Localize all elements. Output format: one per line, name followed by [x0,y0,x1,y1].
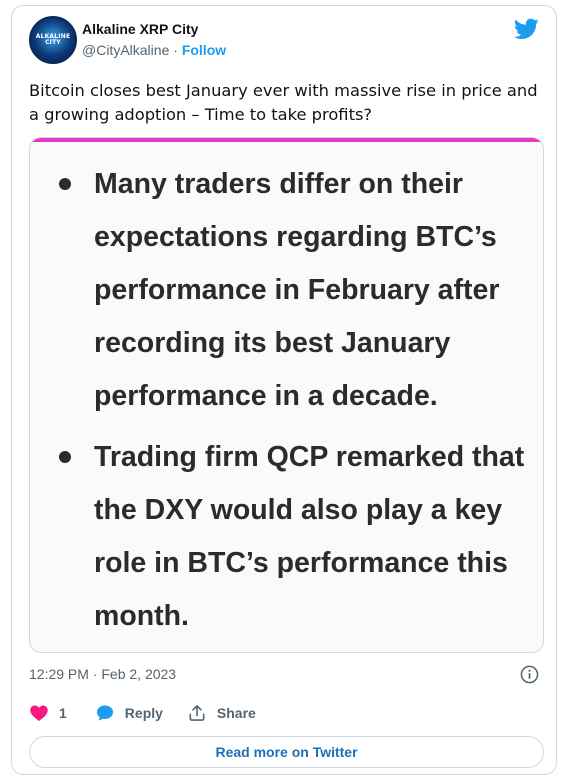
tweet-timestamp[interactable]: 12:29 PM · Feb 2, 2023 [29,666,176,682]
twitter-bird-icon[interactable] [514,18,539,40]
media-bullet: Trading firm QCP remarked that the DXY w… [30,431,543,643]
separator-dot: · [173,42,178,58]
avatar-text: ALKALINE CITY [35,33,71,46]
share-button[interactable]: Share [187,703,256,723]
like-button[interactable]: 1 [29,703,67,723]
heart-icon [30,705,48,721]
media-bullet: Many traders differ on their expectation… [30,158,543,423]
tweet-media-image[interactable]: Many traders differ on their expectation… [29,137,544,653]
avatar[interactable]: ALKALINE CITY [29,16,77,64]
media-top-bar [30,138,543,142]
read-more-button[interactable]: Read more on Twitter [29,736,544,768]
reply-label: Reply [124,705,163,721]
share-label: Share [216,705,256,721]
like-count: 1 [59,705,67,721]
reply-bubble-icon [96,705,113,721]
follow-button[interactable]: Follow [182,42,226,58]
tweet-text: Bitcoin closes best January ever with ma… [29,81,538,124]
tweet-card: ALKALINE CITY Alkaline XRP City @CityAlk… [11,5,557,775]
action-bar: 1 Reply Share [29,701,256,725]
author-name[interactable]: Alkaline XRP City [82,21,198,37]
author-handle[interactable]: @CityAlkaline [82,42,169,58]
author-handle-row: @CityAlkaline · Follow [82,42,226,58]
info-icon[interactable] [520,665,539,684]
media-bullet-list: Many traders differ on their expectation… [30,158,543,643]
share-icon [189,705,205,721]
reply-button[interactable]: Reply [95,703,163,723]
